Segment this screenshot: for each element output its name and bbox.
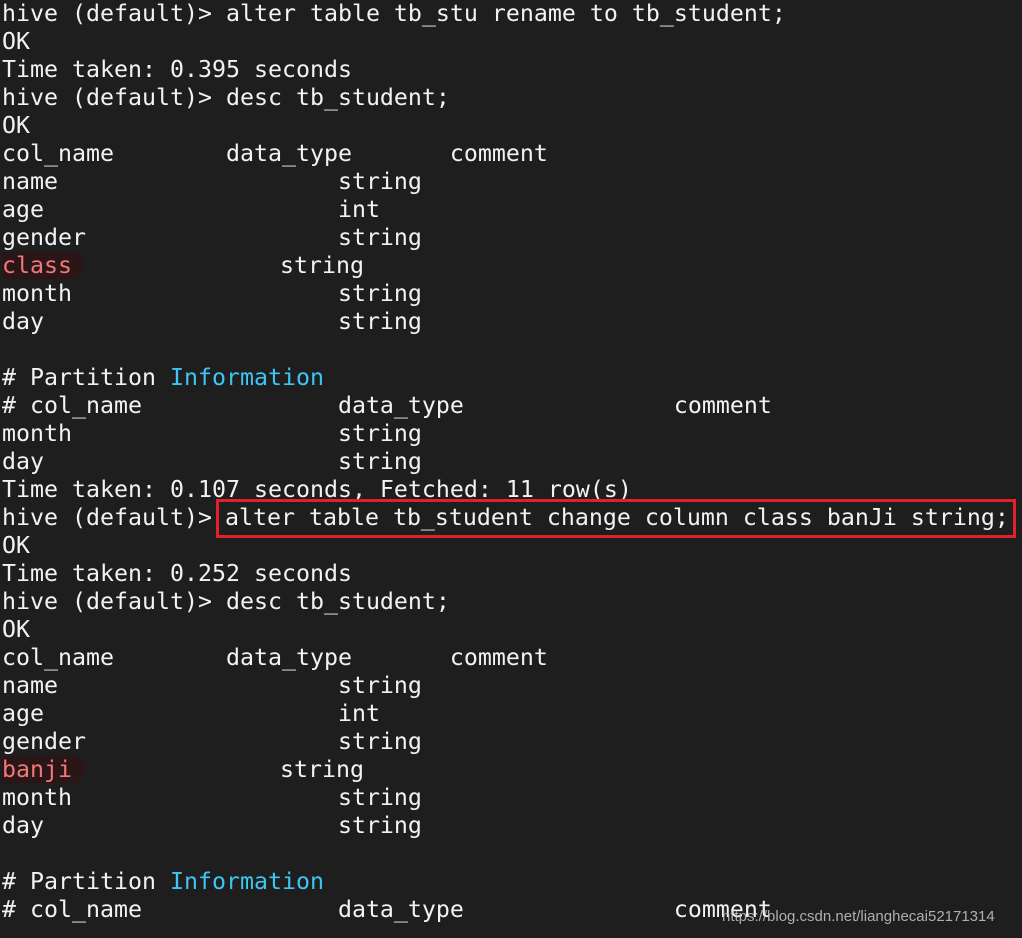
terminal-line: class string bbox=[2, 252, 1013, 280]
line-text: Time taken: 0.107 seconds, Fetched: 11 r… bbox=[2, 476, 632, 503]
line-text: hive (default)> bbox=[2, 504, 226, 531]
line-text: col_name data_type comment bbox=[2, 140, 548, 167]
line-text: name string bbox=[2, 168, 422, 195]
keyword-text: Information bbox=[169, 868, 324, 895]
terminal-line: day string bbox=[2, 448, 1013, 476]
line-text: string bbox=[84, 252, 364, 279]
terminal-line: col_name data_type comment bbox=[2, 140, 1013, 168]
terminal-line: Time taken: 0.252 seconds bbox=[2, 560, 1013, 588]
watermark: https://blog.csdn.net/lianghecai52171314 bbox=[722, 908, 995, 925]
line-text: string bbox=[84, 756, 364, 783]
terminal-line: day string bbox=[2, 308, 1013, 336]
line-text: Time taken: 0.395 seconds bbox=[2, 56, 352, 83]
line-text: col_name data_type comment bbox=[2, 644, 548, 671]
line-text: OK bbox=[2, 616, 30, 643]
line-text: month string bbox=[2, 420, 422, 447]
terminal-line: hive (default)> desc tb_student; bbox=[2, 588, 1013, 616]
terminal-line: name string bbox=[2, 168, 1013, 196]
line-text: day string bbox=[2, 308, 422, 335]
terminal-line: # Partition Information bbox=[2, 364, 1013, 392]
terminal-line: gender string bbox=[2, 224, 1013, 252]
line-text: age int bbox=[2, 700, 380, 727]
terminal-line: banji string bbox=[2, 756, 1013, 784]
terminal-line: # col_name data_type comment bbox=[2, 392, 1013, 420]
terminal-output[interactable]: hive (default)> alter table tb_stu renam… bbox=[2, 0, 1016, 924]
terminal-line: col_name data_type comment bbox=[2, 644, 1013, 672]
terminal-line: name string bbox=[2, 672, 1013, 700]
highlighted-command: alter table tb_student change column cla… bbox=[215, 499, 1016, 538]
terminal-line: age int bbox=[2, 196, 1013, 224]
line-text: gender string bbox=[2, 224, 422, 251]
terminal-line: age int bbox=[2, 700, 1013, 728]
line-text: age int bbox=[2, 196, 380, 223]
highlighted-column: class bbox=[2, 252, 84, 279]
terminal-line: month string bbox=[2, 280, 1013, 308]
line-text: # col_name data_type comment bbox=[2, 896, 772, 923]
line-text: # col_name data_type comment bbox=[2, 392, 772, 419]
line-text: hive (default)> desc tb_student; bbox=[2, 84, 450, 111]
line-text: hive (default)> alter table tb_stu renam… bbox=[2, 0, 786, 27]
highlighted-column: banji bbox=[2, 756, 84, 783]
keyword-text: Information bbox=[169, 364, 324, 391]
terminal-line: month string bbox=[2, 420, 1013, 448]
terminal-line: OK bbox=[2, 616, 1013, 644]
terminal-line: hive (default)> desc tb_student; bbox=[2, 84, 1013, 112]
terminal-line: hive (default)> alter table tb_student c… bbox=[2, 499, 1016, 538]
terminal-line: day string bbox=[2, 812, 1013, 840]
line-text: # Partition bbox=[2, 868, 170, 895]
line-text: day string bbox=[2, 812, 422, 839]
line-text: month string bbox=[2, 280, 422, 307]
line-text: day string bbox=[2, 448, 422, 475]
line-text: OK bbox=[2, 112, 30, 139]
terminal-line: OK bbox=[2, 112, 1013, 140]
line-text: month string bbox=[2, 784, 422, 811]
line-text: OK bbox=[2, 28, 30, 55]
line-text: name string bbox=[2, 672, 422, 699]
terminal-line: OK bbox=[2, 28, 1013, 56]
line-text: gender string bbox=[2, 728, 422, 755]
terminal-line: Time taken: 0.107 seconds, Fetched: 11 r… bbox=[2, 476, 1013, 504]
line-text: # Partition bbox=[2, 364, 170, 391]
terminal-line: # Partition Information bbox=[2, 868, 1013, 896]
terminal-line: month string bbox=[2, 784, 1013, 812]
terminal-line: hive (default)> alter table tb_stu renam… bbox=[2, 0, 1013, 28]
terminal-line: OK bbox=[2, 532, 1013, 560]
line-text: hive (default)> desc tb_student; bbox=[2, 588, 450, 615]
line-text: Time taken: 0.252 seconds bbox=[2, 560, 352, 587]
line-text: OK bbox=[2, 532, 30, 559]
terminal-line: gender string bbox=[2, 728, 1013, 756]
terminal-line: Time taken: 0.395 seconds bbox=[2, 56, 1013, 84]
